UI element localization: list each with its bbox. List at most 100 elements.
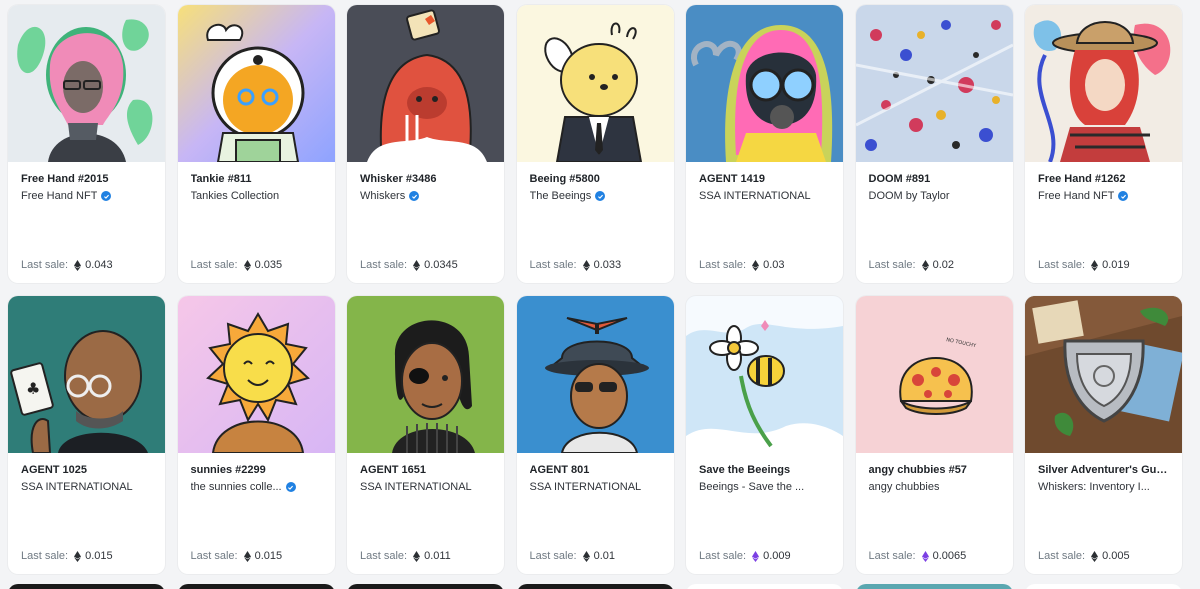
nft-image[interactable]: NO TOUCHY xyxy=(855,296,1013,453)
nft-image[interactable] xyxy=(855,5,1013,162)
collection-name[interactable]: angy chubbies xyxy=(869,480,1000,494)
nft-grid: Free Hand #2015 Free Hand NFT Last sale: 0… xyxy=(8,5,1184,574)
nft-title[interactable]: Beeing #5800 xyxy=(530,172,661,186)
nft-card-partial[interactable] xyxy=(1025,584,1182,589)
nft-card-partial[interactable] xyxy=(347,584,504,589)
nft-title[interactable]: AGENT 1025 xyxy=(21,463,152,477)
collection-name[interactable]: Whiskers xyxy=(360,189,491,203)
nft-title[interactable]: Whisker #3486 xyxy=(360,172,491,186)
collection-name[interactable]: SSA INTERNATIONAL xyxy=(699,189,830,203)
collection-name[interactable]: DOOM by Taylor xyxy=(869,189,1000,203)
nft-title[interactable]: Silver Adventurer's Guild ... xyxy=(1038,463,1169,477)
last-sale-price: 0.019 xyxy=(1102,259,1130,271)
nft-image[interactable] xyxy=(686,5,843,162)
nft-image[interactable] xyxy=(1025,5,1182,162)
last-sale-price: 0.009 xyxy=(763,550,791,562)
collection-name[interactable]: the sunnies colle... xyxy=(191,480,322,494)
last-sale: Last sale: 0.01 xyxy=(530,549,616,563)
nft-card[interactable]: Beeing #5800 The Beeings Last sale: 0.033 xyxy=(516,5,674,283)
last-sale-price: 0.0345 xyxy=(424,259,458,271)
nft-image[interactable] xyxy=(347,296,504,453)
collection-label: DOOM by Taylor xyxy=(868,190,950,202)
nft-title[interactable]: AGENT 801 xyxy=(530,463,661,477)
nft-card[interactable]: Whisker #3486 Whiskers Last sale: 0.0345 xyxy=(347,5,504,283)
nft-card-partial[interactable] xyxy=(8,584,165,589)
collection-name[interactable]: SSA INTERNATIONAL xyxy=(21,480,152,494)
nft-image[interactable]: ♣ xyxy=(8,296,165,453)
collection-name[interactable]: Beeings - Save the ... xyxy=(699,480,830,494)
collection-label: The Beeings xyxy=(529,190,592,202)
verified-badge-icon xyxy=(1118,191,1129,201)
nft-image[interactable] xyxy=(1025,296,1182,453)
collection-name[interactable]: The Beeings xyxy=(530,189,661,203)
last-sale-price: 0.015 xyxy=(85,550,113,562)
last-sale: Last sale: 0.009 xyxy=(699,549,791,563)
nft-card-partial[interactable] xyxy=(686,584,843,589)
collection-label: Whiskers: Inventory I... xyxy=(1038,481,1150,493)
nft-image[interactable] xyxy=(8,5,165,162)
nft-title[interactable]: Tankie #811 xyxy=(191,172,322,186)
nft-artwork xyxy=(177,5,335,162)
nft-title[interactable]: AGENT 1651 xyxy=(360,463,491,477)
eth-icon xyxy=(582,550,590,562)
nft-image[interactable] xyxy=(177,296,335,453)
collection-name[interactable]: SSA INTERNATIONAL xyxy=(530,480,661,494)
nft-image[interactable] xyxy=(686,296,843,453)
nft-card-partial[interactable] xyxy=(855,584,1013,589)
nft-card[interactable]: NO TOUCHY angy chubbies #57 angy chubbies… xyxy=(855,296,1013,574)
nft-card[interactable]: sunnies #2299 the sunnies colle... Last sa… xyxy=(177,296,335,574)
nft-card[interactable]: Free Hand #1262 Free Hand NFT Last sale: 0… xyxy=(1025,5,1182,283)
collection-name[interactable]: Whiskers: Inventory I... xyxy=(1038,480,1169,494)
collection-label: Beeings - Save the ... xyxy=(699,481,805,493)
nft-artwork xyxy=(686,5,843,162)
nft-artwork xyxy=(177,296,335,453)
nft-title[interactable]: DOOM #891 xyxy=(869,172,1000,186)
nft-card[interactable]: AGENT 801 SSA INTERNATIONAL Last sale: 0.0… xyxy=(516,296,674,574)
nft-artwork xyxy=(1025,296,1182,453)
nft-artwork xyxy=(516,5,674,162)
nft-title[interactable]: Save the Beeings xyxy=(699,463,830,477)
last-sale: Last sale: 0.005 xyxy=(1038,549,1130,563)
nft-card[interactable]: Free Hand #2015 Free Hand NFT Last sale: 0… xyxy=(8,5,165,283)
nft-card[interactable]: DOOM #891 DOOM by Taylor Last sale: 0.02 xyxy=(855,5,1013,283)
eth-icon xyxy=(74,550,82,562)
last-sale-price: 0.0065 xyxy=(932,550,967,562)
collection-name[interactable]: Tankies Collection xyxy=(191,189,322,203)
verified-badge-icon xyxy=(595,191,606,201)
nft-card-partial[interactable] xyxy=(516,584,674,589)
nft-artwork: ♣ xyxy=(8,296,165,453)
eth-icon xyxy=(243,550,251,562)
nft-title[interactable]: Free Hand #2015 xyxy=(21,172,152,186)
nft-card[interactable]: Silver Adventurer's Guild ... Whiskers: I… xyxy=(1025,296,1182,574)
nft-card[interactable]: Save the Beeings Beeings - Save the ... La… xyxy=(686,296,843,574)
nft-image[interactable] xyxy=(347,5,504,162)
nft-title[interactable]: Free Hand #1262 xyxy=(1038,172,1169,186)
last-sale-label: Last sale: xyxy=(21,550,69,562)
collection-label: Free Hand NFT xyxy=(21,190,98,202)
nft-card[interactable]: AGENT 1651 SSA INTERNATIONAL Last sale: 0.… xyxy=(347,296,504,574)
last-sale-label: Last sale: xyxy=(529,550,577,562)
collection-name[interactable]: SSA INTERNATIONAL xyxy=(360,480,491,494)
nft-card[interactable]: Tankie #811 Tankies Collection Last sale: … xyxy=(177,5,335,283)
last-sale: Last sale: 0.02 xyxy=(869,258,955,272)
nft-image[interactable] xyxy=(177,5,335,162)
last-sale: Last sale: 0.043 xyxy=(21,258,113,272)
last-sale: Last sale: 0.019 xyxy=(1038,258,1130,272)
nft-image[interactable] xyxy=(516,296,674,453)
nft-card[interactable]: ♣ AGENT 1025 SSA INTERNATIONAL Last sale: … xyxy=(8,296,165,574)
nft-card[interactable]: AGENT 1419 SSA INTERNATIONAL Last sale: 0.… xyxy=(686,5,843,283)
last-sale-label: Last sale: xyxy=(190,550,238,562)
nft-title[interactable]: sunnies #2299 xyxy=(191,463,322,477)
last-sale-price: 0.043 xyxy=(85,259,113,271)
nft-card-partial[interactable] xyxy=(177,584,335,589)
last-sale-price: 0.033 xyxy=(593,259,622,271)
last-sale-price: 0.02 xyxy=(932,259,955,271)
eth-icon xyxy=(921,550,929,562)
nft-title[interactable]: AGENT 1419 xyxy=(699,172,830,186)
collection-name[interactable]: Free Hand NFT xyxy=(1038,189,1169,203)
eth-icon xyxy=(582,259,590,271)
collection-name[interactable]: Free Hand NFT xyxy=(21,189,152,203)
nft-image[interactable] xyxy=(516,5,674,162)
nft-title[interactable]: angy chubbies #57 xyxy=(869,463,1000,477)
collection-label: Whiskers xyxy=(360,190,406,202)
